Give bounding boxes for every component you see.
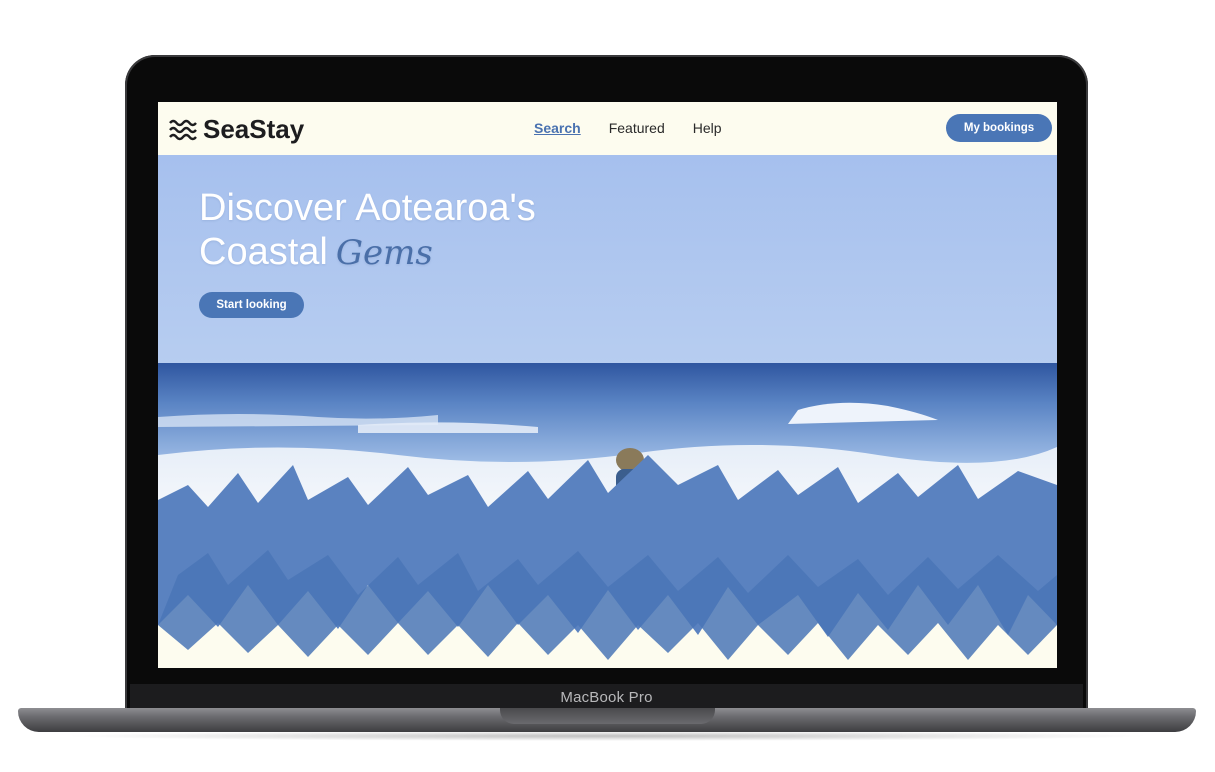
website-screen: SeaStay Search Featured Help My bookings: [158, 102, 1057, 668]
waves-icon: [169, 119, 197, 140]
headline-coastal: Coastal: [199, 231, 328, 273]
device-label: MacBook Pro: [560, 688, 653, 706]
nav-link-featured[interactable]: Featured: [609, 120, 665, 136]
nav-link-help[interactable]: Help: [693, 120, 722, 136]
laptop-mockup: SeaStay Search Featured Help My bookings: [0, 0, 1215, 772]
hero-headline: Discover Aotearoa's Coastal Gems: [199, 186, 536, 275]
logo[interactable]: SeaStay: [168, 114, 304, 145]
laptop-notch: [500, 708, 715, 724]
laptop-shadow: [60, 731, 1154, 741]
headline-script-word: Gems: [335, 233, 433, 273]
headline-line-2: Coastal Gems: [199, 230, 536, 275]
navbar: SeaStay Search Featured Help My bookings: [158, 102, 1057, 156]
start-looking-button[interactable]: Start looking: [199, 292, 304, 318]
nav-link-search[interactable]: Search: [534, 120, 581, 136]
my-bookings-button[interactable]: My bookings: [946, 114, 1052, 142]
hero-section: Discover Aotearoa's Coastal Gems Start lo…: [158, 155, 1057, 668]
laptop-chin: MacBook Pro: [130, 684, 1083, 710]
nav-links: Search Featured Help: [534, 120, 722, 136]
headline-line-1: Discover Aotearoa's: [199, 187, 536, 229]
brand-name: SeaStay: [203, 114, 305, 144]
